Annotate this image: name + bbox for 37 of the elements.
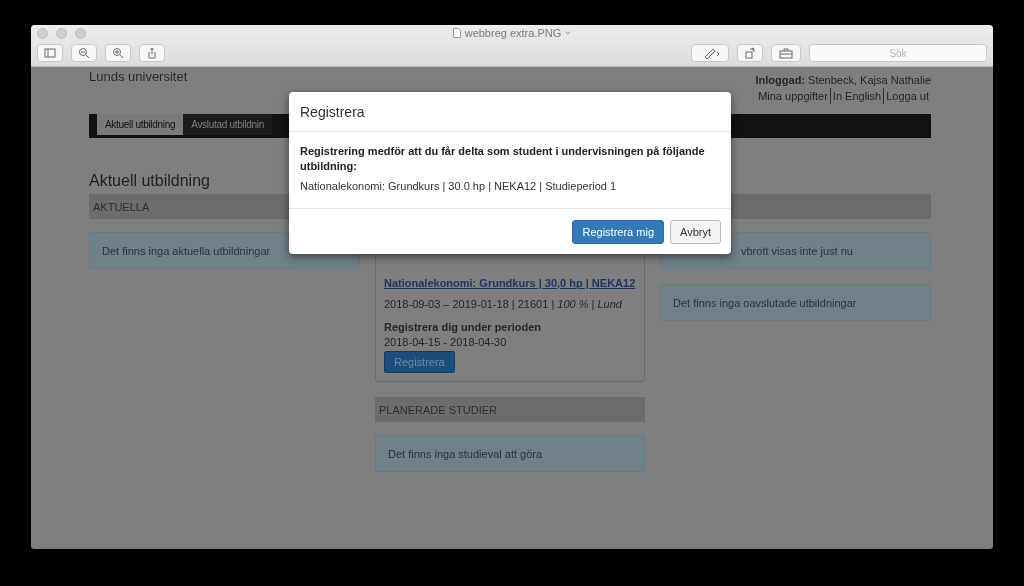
login-status: Inloggad: Stenbeck, Kajsa Nathalie [755,73,931,88]
cancel-button[interactable]: Avbryt [670,219,721,244]
header-link[interactable]: Logga ut [883,88,931,104]
zoom-out-button[interactable] [71,44,97,62]
toolbox-button[interactable] [771,44,801,62]
header-link[interactable]: In English [829,88,884,104]
sidebar-button[interactable] [37,44,63,62]
period-dates: 2018-04-15 - 2018-04-30 [384,336,508,348]
section-heading: Aktuell utbildning [89,172,210,191]
register-button[interactable]: Registrera [384,351,455,373]
share-icon[interactable] [146,47,158,59]
rotate-button[interactable] [737,44,763,62]
course-info: Nationalekonomi: Grundkurs | 30.0 hp | NEKA12 | Studieperiod 1 [300,180,618,192]
info-notice: Det finns inga oavslutade utbildningar [660,284,931,321]
period-label: Registrera dig under perioden [384,321,543,333]
zoom-in-button[interactable] [105,44,131,62]
header-link[interactable]: Mina uppgifter [756,88,830,104]
section-header: PLANERADE STUDIER [375,397,645,422]
zoom-in-icon[interactable] [112,47,124,59]
info-notice: Det finns inga studieval att göra [375,435,645,472]
search-field[interactable]: Sök [809,44,987,62]
dialog-title: Registrera [300,103,365,120]
toolbox-icon[interactable] [778,47,794,59]
rotate-icon[interactable] [744,47,756,59]
tab[interactable]: Aktuell utbildning [97,114,184,135]
course-link[interactable]: Nationalekonomi: Grundkurs | 30,0 hp | NEKA12 [384,277,636,289]
caret-icon[interactable] [565,31,572,35]
sidebar-icon[interactable] [44,47,56,59]
markup-button[interactable] [691,44,729,62]
zoom-out-icon[interactable] [78,47,90,59]
document-icon [452,28,461,38]
confirm-button[interactable]: Registrera mig [572,219,664,244]
window-title: webbreg extra.PNG [464,27,562,39]
course-details: 2018-09-03 – 2019-01-18 | 21601 | 100 % | Lund [384,298,623,310]
site-title: Lunds universitet [89,69,188,86]
dialog-message: Registrering medför att du får delta som student i undervisningen på följande utbildning: [300,144,706,174]
tab[interactable]: Avslutad utbildnin [183,114,273,135]
